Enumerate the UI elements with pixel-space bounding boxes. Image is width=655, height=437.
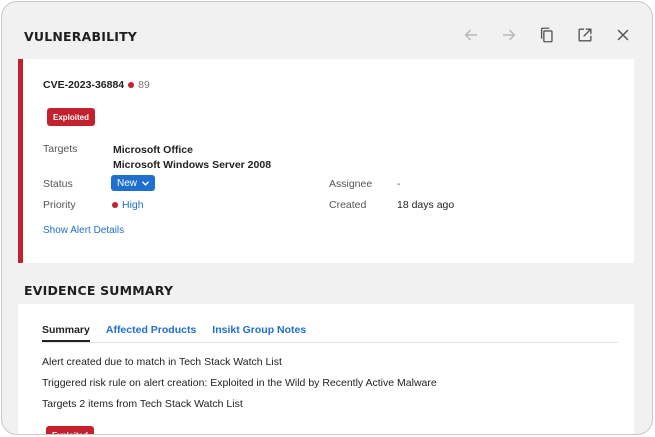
target-item: Microsoft Office (113, 144, 193, 156)
exploited-badge: Exploited (46, 426, 95, 434)
risk-score: 89 (138, 79, 150, 91)
evidence-line: Targets 2 items from Tech Stack Watch Li… (42, 398, 243, 410)
evidence-card: Summary Affected Products Insikt Group N… (18, 304, 634, 434)
assignee-label: Assignee (329, 178, 373, 190)
panel-toolbar (460, 24, 634, 46)
created-label: Created (329, 199, 367, 211)
tab-insikt-group-notes[interactable]: Insikt Group Notes (212, 324, 306, 342)
close-button[interactable] (612, 24, 634, 46)
forward-button[interactable] (498, 24, 520, 46)
arrow-right-icon (502, 29, 516, 41)
tab-summary[interactable]: Summary (42, 324, 90, 342)
alert-card: CVE-2023-36884 89 Exploited Targets Micr… (18, 59, 634, 263)
assignee-value[interactable]: - (397, 178, 401, 190)
created-value: 18 days ago (397, 199, 455, 211)
status-value: New (117, 177, 138, 189)
priority-label: Priority (43, 199, 76, 211)
close-icon (617, 29, 629, 41)
copy-button[interactable] (536, 24, 558, 46)
arrow-left-icon (464, 29, 478, 41)
vulnerability-panel: VULNERABILITY CVE-2023-36884 89 Exploite… (1, 1, 653, 435)
priority-text: High (122, 199, 144, 211)
open-external-button[interactable] (574, 24, 596, 46)
chevron-down-icon (142, 180, 149, 186)
evidence-line: Alert created due to match in Tech Stack… (42, 356, 282, 368)
evidence-line: Triggered risk rule on alert creation: E… (42, 377, 437, 389)
external-link-icon (578, 28, 592, 42)
section-title-vulnerability: VULNERABILITY (24, 29, 138, 44)
priority-dot-icon (112, 202, 118, 208)
cve-header: CVE-2023-36884 89 (43, 79, 150, 91)
show-alert-details-link[interactable]: Show Alert Details (43, 225, 124, 236)
exploited-badge: Exploited (47, 108, 96, 126)
cve-id[interactable]: CVE-2023-36884 (43, 79, 124, 91)
tab-affected-products[interactable]: Affected Products (106, 324, 196, 342)
target-item: Microsoft Windows Server 2008 (113, 159, 272, 171)
targets-list: Microsoft Office Microsoft Windows Serve… (113, 143, 271, 173)
status-dropdown[interactable]: New (111, 175, 156, 191)
section-title-evidence: EVIDENCE SUMMARY (24, 283, 174, 298)
risk-dot-icon (128, 82, 135, 88)
targets-label: Targets (43, 143, 78, 155)
tabs-divider (42, 342, 618, 343)
copy-icon (540, 27, 553, 43)
evidence-tabs: Summary Affected Products Insikt Group N… (42, 324, 306, 342)
status-label: Status (43, 178, 73, 190)
priority-value[interactable]: High (112, 199, 144, 211)
back-button[interactable] (460, 24, 482, 46)
